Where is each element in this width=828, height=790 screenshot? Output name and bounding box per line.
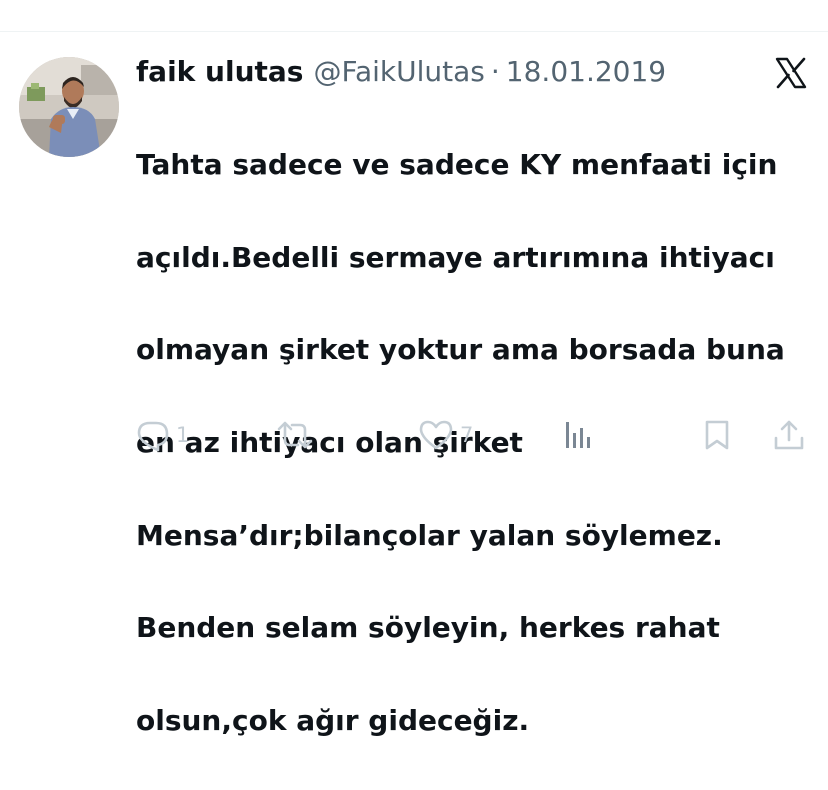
tweet-text-line: Tahta sadece ve sadece KY menfaati için bbox=[136, 148, 778, 182]
retweet-icon bbox=[277, 421, 313, 449]
reply-count: 1 bbox=[176, 423, 190, 447]
tweet-text-line: Mensa’dır;bilançolar yalan söylemez. bbox=[136, 518, 723, 552]
avatar-photo bbox=[19, 57, 119, 157]
header-separator: · bbox=[490, 55, 500, 88]
tweet-text-line: olmayan şirket yoktur ama borsada buna bbox=[136, 333, 785, 367]
tweet-card[interactable]: faik ulutas @FaikUlutas · 18.01.2019 Tah… bbox=[0, 32, 828, 737]
avatar[interactable] bbox=[19, 57, 119, 157]
reply-button[interactable]: 1 bbox=[136, 417, 189, 453]
previous-tweet-remnant bbox=[0, 0, 828, 30]
author-name[interactable]: faik ulutas bbox=[136, 52, 303, 92]
retweet-button[interactable] bbox=[276, 417, 320, 453]
tweet-actions: 1 7 bbox=[0, 417, 828, 453]
author-handle[interactable]: @FaikUlutas bbox=[313, 52, 484, 92]
tweet-date[interactable]: 18.01.2019 bbox=[506, 52, 666, 92]
bookmark-icon bbox=[705, 420, 729, 450]
like-button[interactable]: 7 bbox=[418, 417, 473, 453]
heart-icon bbox=[419, 420, 453, 450]
like-count: 7 bbox=[460, 423, 474, 447]
views-icon bbox=[566, 422, 590, 448]
share-icon bbox=[774, 420, 804, 450]
bookmark-button[interactable] bbox=[702, 417, 732, 453]
tweet-text-line: Benden selam söyleyin, herkes rahat bbox=[136, 611, 720, 645]
tweet-text-line: açıldı.Bedelli sermaye artırımına ihtiya… bbox=[136, 240, 775, 274]
reply-icon bbox=[137, 421, 169, 452]
views-button[interactable] bbox=[560, 417, 594, 453]
x-logo-icon bbox=[774, 56, 808, 90]
tweet-text-line: olsun,çok ağır gideceğiz. bbox=[136, 703, 530, 737]
tweet-header: faik ulutas @FaikUlutas · 18.01.2019 bbox=[136, 52, 666, 92]
share-button[interactable] bbox=[772, 417, 806, 453]
